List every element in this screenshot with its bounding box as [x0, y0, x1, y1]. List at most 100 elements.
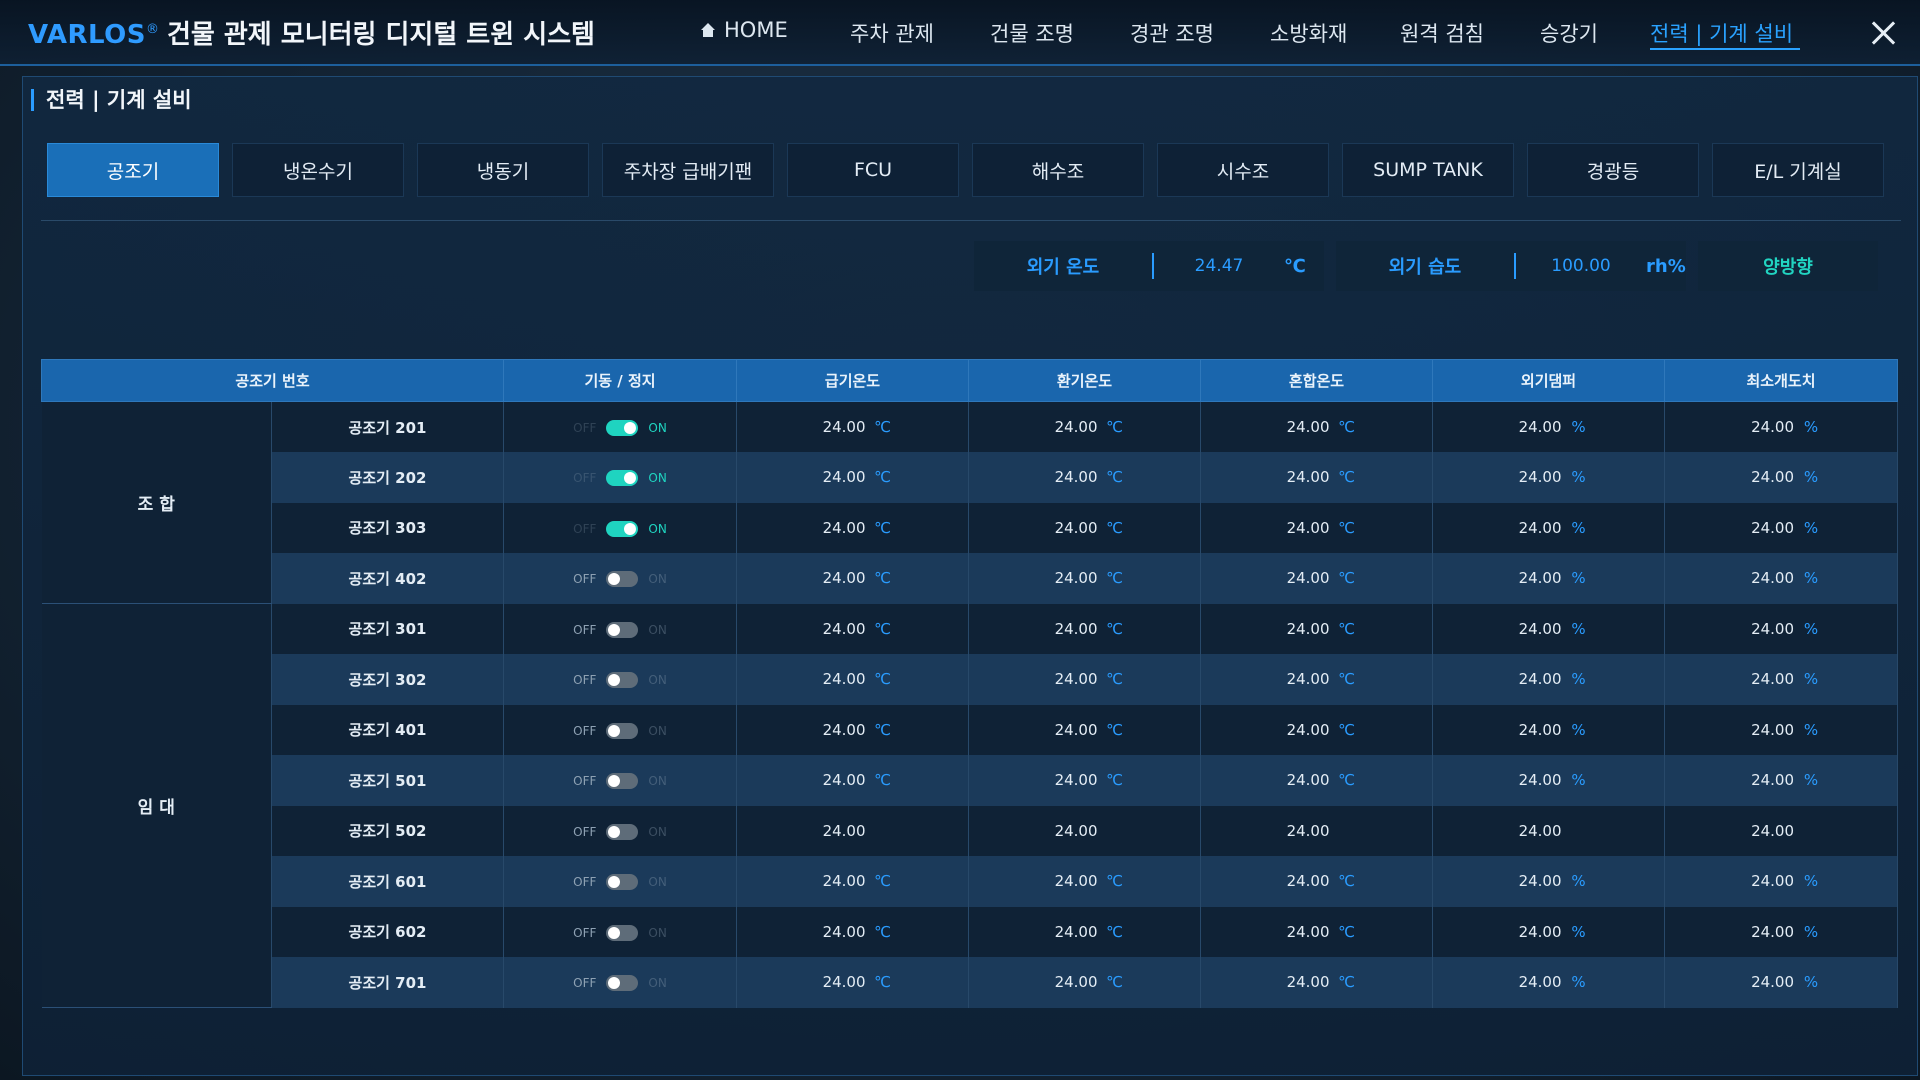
min-opening-value: 24.00	[1751, 518, 1795, 537]
start-stop-cell: OFF ON	[503, 704, 738, 755]
mix-temp-cell: 24.00 ℃	[1200, 654, 1434, 705]
nav-item-7[interactable]: 전력 | 기계 설비	[1650, 18, 1800, 50]
tab-1[interactable]: 냉온수기	[232, 143, 404, 197]
toggle-knob	[608, 674, 621, 687]
tab-7[interactable]: SUMP TANK	[1342, 143, 1514, 197]
toggle-knob	[608, 977, 621, 990]
start-stop-cell: OFF ON	[503, 805, 738, 856]
power-toggle[interactable]	[606, 773, 639, 790]
tab-0[interactable]: 공조기	[47, 143, 219, 197]
min-opening-value: 24.00	[1751, 418, 1795, 436]
table-row: 공조기 302 OFF ON 24.00 ℃ 24.00 ℃ 24.00 ℃ 24.00% 2…	[42, 654, 1899, 705]
power-toggle[interactable]	[606, 722, 639, 739]
min-opening-cell: 24.00	[1664, 805, 1899, 856]
min-opening-unit: %	[1803, 922, 1819, 941]
return-temp-value: 24.00	[1054, 418, 1098, 436]
return-temp-value: 24.00	[1054, 821, 1098, 840]
mix-temp-cell: 24.00 ℃	[1200, 603, 1434, 654]
nav-item-label: 소방화재	[1270, 22, 1348, 46]
mix-temp-cell: 24.00 ℃	[1200, 755, 1434, 806]
nav-item-1[interactable]: 주차 관제	[850, 18, 990, 50]
power-toggle-group: OFF ON	[573, 773, 667, 790]
col-header-mix-temp: 혼합온도	[1200, 359, 1434, 402]
supply-temp-cell: 24.00 ℃	[736, 957, 970, 1008]
mix-temp-cell: 24.00 ℃	[1200, 401, 1434, 452]
power-toggle[interactable]	[606, 520, 639, 537]
power-toggle[interactable]	[606, 874, 639, 891]
min-opening-unit: %	[1803, 670, 1819, 689]
close-icon[interactable]	[1868, 18, 1898, 48]
outdoor-damper-unit: %	[1571, 619, 1586, 638]
tab-4[interactable]: FCU	[787, 143, 959, 197]
power-toggle[interactable]	[606, 975, 639, 992]
supply-temp-value: 24.00	[822, 922, 866, 941]
outdoor-humidity-box: 외기 습도 100.00 rh%	[1336, 241, 1686, 291]
nav-item-2[interactable]: 건물 조명	[990, 18, 1130, 50]
supply-temp-value: 24.00	[822, 670, 866, 689]
min-opening-cell: 24.00%	[1664, 401, 1899, 452]
supply-temp-value: 24.00	[822, 872, 866, 891]
power-toggle[interactable]	[606, 672, 639, 689]
outdoor-damper-cell: 24.00%	[1432, 957, 1666, 1008]
mix-temp-value: 24.00	[1286, 670, 1330, 689]
supply-temp-cell: 24.00 ℃	[736, 452, 970, 503]
off-label: OFF	[573, 925, 597, 940]
supply-temp-unit: ℃	[874, 973, 891, 992]
nav-item-0[interactable]: HOME	[700, 18, 850, 50]
nav-item-label: HOME	[724, 18, 788, 42]
supply-temp-unit: ℃	[874, 619, 891, 638]
tab-6[interactable]: 시수조	[1157, 143, 1329, 197]
power-toggle[interactable]	[606, 924, 639, 941]
nav-item-4[interactable]: 소방화재	[1270, 18, 1400, 50]
power-toggle-group: OFF ON	[573, 470, 667, 487]
supply-temp-value: 24.00	[822, 973, 866, 992]
unit-name: 공조기 701	[271, 957, 505, 1008]
supply-temp-unit: ℃	[874, 518, 891, 537]
supply-temp-cell: 24.00 ℃	[736, 654, 970, 705]
power-toggle[interactable]	[606, 571, 639, 588]
outdoor-damper-unit: %	[1571, 468, 1586, 487]
nav-item-3[interactable]: 경관 조명	[1130, 18, 1270, 50]
brand: VARLOS ® 건물 관제 모니터링 디지털 트윈 시스템	[28, 14, 595, 51]
table-row: 공조기 502 OFF ON 24.00 24.00 24.00 24.00 24.00	[42, 805, 1899, 856]
tab-2[interactable]: 냉동기	[417, 143, 589, 197]
tab-3[interactable]: 주차장 급배기팬	[602, 143, 774, 197]
tab-9[interactable]: E/L 기계실	[1712, 143, 1884, 197]
outdoor-damper-value: 24.00	[1518, 468, 1562, 487]
tab-5[interactable]: 해수조	[972, 143, 1144, 197]
mix-temp-value: 24.00	[1286, 922, 1330, 941]
return-temp-value: 24.00	[1054, 569, 1098, 588]
return-temp-unit: ℃	[1106, 720, 1123, 739]
min-opening-value: 24.00	[1751, 922, 1795, 941]
outdoor-humidity-label: 외기 습도	[1388, 257, 1462, 278]
start-stop-cell: OFF ON	[503, 957, 738, 1008]
tab-8[interactable]: 경광등	[1527, 143, 1699, 197]
supply-temp-unit: ℃	[874, 771, 891, 790]
nav-item-5[interactable]: 원격 검침	[1400, 18, 1540, 50]
return-temp-value: 24.00	[1054, 670, 1098, 689]
outdoor-damper-unit: %	[1571, 720, 1586, 739]
supply-temp-cell: 24.00 ℃	[736, 704, 970, 755]
mix-temp-cell: 24.00 ℃	[1200, 704, 1434, 755]
min-opening-cell: 24.00%	[1664, 957, 1899, 1008]
supply-temp-value: 24.00	[822, 771, 866, 790]
power-toggle-group: OFF ON	[573, 975, 667, 992]
nav-item-6[interactable]: 승강기	[1540, 18, 1650, 50]
min-opening-value: 24.00	[1751, 569, 1795, 588]
power-toggle[interactable]	[606, 823, 639, 840]
min-opening-unit: %	[1803, 569, 1819, 588]
power-toggle[interactable]	[606, 470, 639, 487]
min-opening-cell: 24.00%	[1664, 553, 1899, 604]
unit-name: 공조기 303	[271, 502, 505, 553]
power-toggle[interactable]	[606, 420, 639, 436]
supply-temp-unit: ℃	[874, 720, 891, 739]
direction-badge: 양방향	[1698, 241, 1878, 291]
power-toggle[interactable]	[606, 621, 639, 638]
off-label: OFF	[573, 875, 597, 890]
start-stop-cell: OFF ON	[503, 553, 738, 604]
outdoor-damper-cell: 24.00	[1432, 805, 1666, 856]
min-opening-cell: 24.00%	[1664, 502, 1899, 553]
mix-temp-unit: ℃	[1338, 720, 1355, 739]
power-toggle-group: OFF ON	[573, 924, 667, 941]
power-toggle-group: OFF ON	[573, 621, 667, 638]
